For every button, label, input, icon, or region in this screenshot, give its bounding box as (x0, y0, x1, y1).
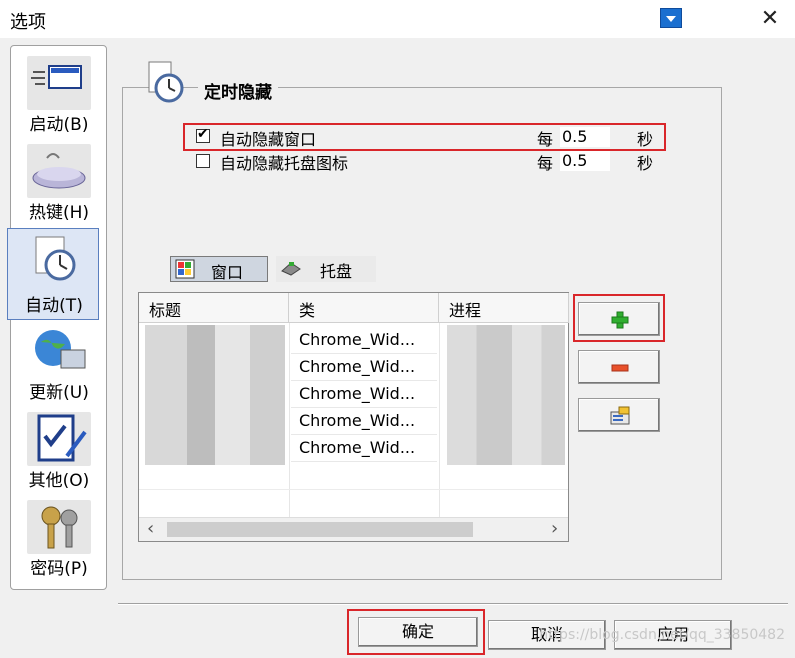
column-divider (289, 323, 290, 517)
auto-hide-window-checkbox[interactable] (196, 126, 210, 143)
watermark: https://blog.csdn.net/qq_33850482 (539, 627, 785, 643)
edit-properties-button[interactable] (578, 398, 660, 432)
sidebar-item-auto[interactable]: 自动(T) (7, 228, 99, 320)
column-header-process[interactable]: 进程 (439, 293, 569, 323)
table-row[interactable]: Chrome_Wid... (291, 354, 437, 381)
remove-button[interactable] (578, 350, 660, 384)
table-row[interactable]: Chrome_Wid... (291, 381, 437, 408)
sidebar-item-other[interactable]: 其他(O) (17, 408, 101, 494)
table-row[interactable]: Chrome_Wid... (291, 435, 437, 462)
sidebar-item-password[interactable]: 密码(P) (17, 496, 101, 582)
tray-icon (280, 259, 302, 283)
auto-hide-window-label: 自动隐藏窗口 (220, 130, 317, 149)
window-icon (175, 259, 195, 283)
keys-icon (27, 500, 91, 554)
sidebar-item-label: 热键(H) (28, 203, 90, 223)
every-label: 每 (537, 130, 554, 149)
sidebar-item-label: 自动(T) (25, 296, 83, 316)
sidebar: 启动(B) 热键(H) 自动(T) 更新(U) 其他(O) 密码(P) (7, 45, 107, 590)
add-button[interactable] (578, 302, 660, 336)
dropdown-icon[interactable] (660, 8, 682, 28)
every-label: 每 (537, 154, 554, 173)
column-divider (439, 323, 440, 517)
scroll-left-icon[interactable]: ‹ (147, 518, 154, 539)
table-row[interactable]: Chrome_Wid... (291, 327, 437, 354)
sidebar-item-label: 其他(O) (28, 471, 90, 491)
sidebar-item-label: 密码(P) (30, 559, 88, 579)
sidebar-item-hotkey[interactable]: 热键(H) (17, 140, 101, 226)
clock-icon (22, 233, 86, 287)
sidebar-item-label: 启动(B) (29, 115, 89, 135)
plus-icon (611, 311, 629, 329)
clock-icon (143, 60, 187, 106)
minus-icon (611, 364, 629, 372)
row-divider (139, 489, 568, 490)
seconds-label: 秒 (637, 154, 654, 173)
close-icon[interactable]: ✕ (755, 4, 785, 34)
auto-hide-tray-label: 自动隐藏托盘图标 (220, 154, 349, 173)
redacted-processes (447, 325, 565, 465)
auto-hide-tray-checkbox[interactable] (196, 154, 210, 168)
column-header-class[interactable]: 类 (289, 293, 439, 323)
sidebar-item-startup[interactable]: 启动(B) (17, 52, 101, 138)
sidebar-item-label: 更新(U) (29, 383, 89, 403)
footer-separator (118, 603, 788, 604)
window-list[interactable]: 标题 类 进程 Chrome_Wid... Chrome_Wid... Chro… (138, 292, 569, 542)
title-bar: 选项 ✕ (0, 0, 795, 38)
window-interval-input[interactable]: 0.5 (560, 127, 610, 147)
tab-label: 窗口 (211, 263, 244, 282)
section-title: 定时隐藏 (198, 78, 278, 103)
checklist-pen-icon (27, 412, 91, 466)
tray-interval-input[interactable]: 0.5 (560, 151, 610, 171)
scroll-right-icon[interactable]: › (551, 518, 558, 539)
properties-icon (610, 406, 630, 425)
tab-label: 托盘 (320, 262, 353, 281)
tab-tray[interactable]: 托盘 (276, 256, 376, 282)
sidebar-item-update[interactable]: 更新(U) (17, 320, 101, 406)
column-header-title[interactable]: 标题 (139, 293, 289, 323)
horizontal-scrollbar[interactable]: ‹ › (139, 517, 568, 541)
seconds-label: 秒 (637, 130, 654, 149)
redacted-titles (145, 325, 285, 465)
tab-window[interactable]: 窗口 (170, 256, 268, 282)
ok-button[interactable]: 确定 (358, 617, 478, 647)
startup-icon (27, 56, 91, 110)
table-row[interactable]: Chrome_Wid... (291, 408, 437, 435)
window-title: 选项 (10, 12, 46, 33)
scroll-thumb[interactable] (167, 522, 473, 537)
keyboard-icon (27, 144, 91, 198)
globe-computer-icon (27, 324, 91, 378)
